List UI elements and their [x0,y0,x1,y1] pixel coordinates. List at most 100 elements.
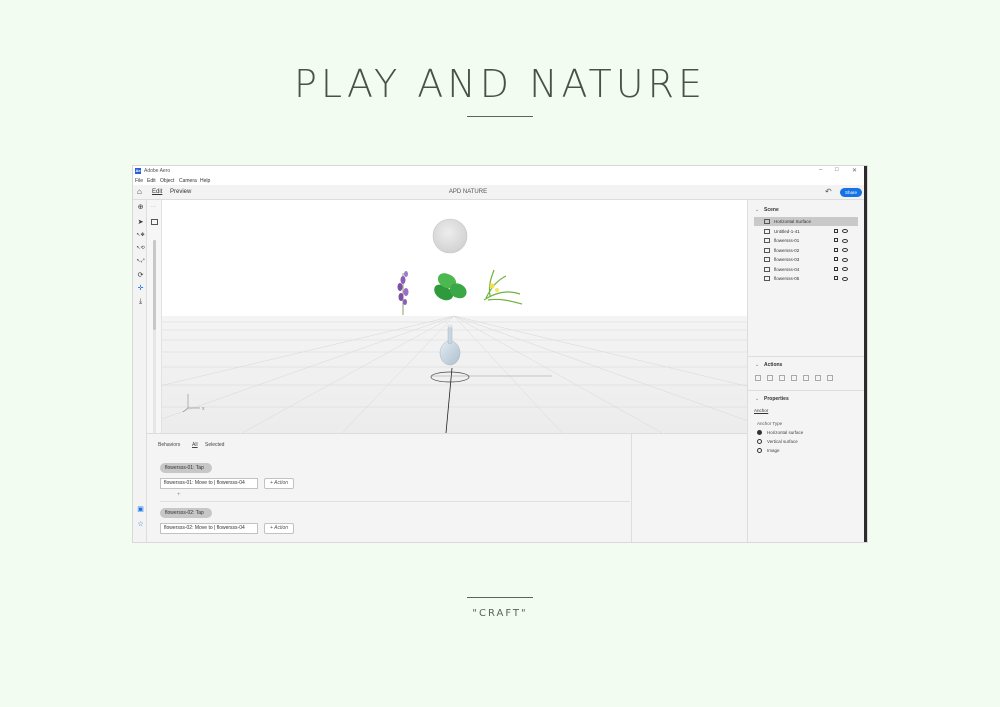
select-tool-icon[interactable]: ➤ [136,218,145,227]
close-button[interactable]: ✕ [852,167,857,174]
filter-selected[interactable]: Selected [205,442,224,448]
scene-item-flowersss-04[interactable]: flowersss-04 [754,265,858,274]
window-title: Adobe Aero [144,168,171,174]
tool-sidebar: ⊕ ➤ ↖✥ ↖⟲ ↖⤢ ⟳ ✛ ⤓ ▣ ☆ [133,200,147,542]
eye-icon[interactable] [842,257,848,262]
scene-item-label: flowersss-04 [774,266,800,272]
scene-item-flowersss-05[interactable]: flowersss-05 [754,274,858,283]
undo-icon[interactable]: ↶ [825,187,832,196]
actions-header: Actions [764,362,783,368]
filter-all[interactable]: All [192,442,198,448]
chevron-down-icon[interactable]: ⌄ [755,396,759,402]
scene-item-label: flowersss-01 [774,238,800,243]
scene-item-horizontal-surface[interactable]: Horizontal Surface [754,217,858,226]
eye-icon[interactable] [842,238,848,243]
radio-horizontal-surface[interactable] [757,430,762,435]
lock-icon[interactable] [834,257,838,261]
scene-item-label: flowersss-02 [774,247,800,253]
delete-icon[interactable] [767,375,773,381]
scene-item-flowersss-03[interactable]: flowersss-03 [754,255,858,264]
lock-icon[interactable] [834,266,838,271]
menu-edit[interactable]: Edit [147,178,156,184]
lock-icon[interactable] [834,228,838,233]
adobe-aero-window: Ae Adobe Aero – □ ✕ File Edit Object Cam… [133,166,867,542]
moon-object[interactable] [432,218,468,254]
add-behavior-button[interactable]: + [177,492,181,498]
scene-viewport[interactable]: x [162,200,747,433]
lock-icon[interactable] [834,247,838,252]
minimize-button[interactable]: – [819,167,822,173]
mint-leaves[interactable] [434,273,467,301]
radio-label: Horizontal surface [767,430,804,435]
share-button[interactable]: Share [840,188,862,197]
add-action-button-1[interactable]: + Action [264,478,294,489]
lock-icon[interactable] [834,276,838,280]
radio-label: Vertical surface [767,439,798,444]
image-icon [764,247,770,253]
refresh-icon[interactable] [827,375,833,381]
tab-preview[interactable]: Preview [170,189,191,195]
eye-icon[interactable] [842,248,848,252]
image-icon [764,257,770,262]
align-icon[interactable] [803,375,809,381]
chevron-down-icon[interactable]: ⌄ [755,207,759,213]
right-panel: ⌄ Scene Horizontal Surface Untitled-1-41… [747,200,865,542]
footer-caption: "CRAFT" [472,608,528,619]
download-icon[interactable] [791,375,797,381]
trigger-chip-1[interactable]: flowersss-01: Tap [160,463,212,473]
rotate-tool-icon[interactable]: ↖⟲ [136,244,145,253]
eye-off-icon[interactable] [842,267,848,271]
behaviors-panel: Behaviors All Selected flowersss-01: Tap… [147,433,641,542]
scene-item-flowersss-02[interactable]: flowersss-02 [754,246,858,255]
collapse-icon[interactable]: ⋯ [151,204,156,210]
image-icon [764,266,770,272]
eye-icon[interactable] [842,276,848,281]
menu-object[interactable]: Object [160,178,174,184]
herb-sprig[interactable] [483,269,523,305]
menu-camera[interactable]: Camera [179,178,197,184]
footer-rule [467,597,533,598]
tab-anchor[interactable]: Anchor [754,408,768,413]
anchor-type-label: Anchor Type [757,421,783,426]
chevron-down-icon[interactable]: ⌄ [755,362,759,368]
behavior-panel-icon[interactable]: ▣ [136,505,145,514]
scale-tool-icon[interactable]: ↖⤢ [136,257,145,266]
scene-item-label: Untitled-1-41 [774,228,800,234]
horizontal-surface[interactable] [162,316,747,433]
scene-item-flowersss-01[interactable]: flowersss-01 [754,236,858,245]
home-icon[interactable]: ⌂ [137,187,142,196]
move-tool-icon[interactable]: ↖✥ [136,231,145,240]
menu-help[interactable]: Help [200,178,210,184]
asset-scrollbar[interactable] [153,240,156,462]
image-icon [764,238,770,243]
radio-vertical-surface[interactable] [757,439,762,444]
pan-tool-icon[interactable]: ✛ [136,284,145,293]
action-field-1[interactable]: flowersss-01: Move to | flowersss-04 [160,478,258,489]
menu-file[interactable]: File [135,178,143,184]
radio-image[interactable] [757,448,762,453]
group-icon[interactable] [779,375,785,381]
action-figure-icon[interactable]: ☆ [136,520,145,529]
properties-header: Properties [764,396,789,402]
tab-edit[interactable]: Edit [152,189,162,195]
maximize-button[interactable]: □ [835,167,839,173]
duplicate-icon[interactable] [755,375,761,381]
scene-canvas: x [162,218,747,433]
drop-to-ground-icon[interactable]: ⤓ [136,297,145,306]
add-action-button-2[interactable]: + Action [264,523,294,534]
actions-toolbar [755,375,855,383]
eye-icon[interactable] [842,229,848,233]
page-title: PLAY AND NATURE [294,62,706,106]
lock-icon[interactable] [834,238,838,242]
add-asset-icon[interactable]: ⊕ [136,203,145,212]
menu-bar: File Edit Object Camera Help [133,176,867,185]
action-field-2[interactable]: flowersss-02: Move to | flowersss-04 [160,523,258,534]
trigger-chip-2[interactable]: flowersss-02: Tap [160,508,212,518]
orbit-tool-icon[interactable]: ⟳ [136,271,145,280]
image-asset-icon[interactable] [151,219,158,225]
window-edge [864,166,867,542]
scene-item-untitled[interactable]: Untitled-1-41 [754,227,858,236]
lavender-flower[interactable] [397,271,409,315]
replace-icon[interactable] [815,375,821,381]
scene-item-label: Horizontal Surface [774,219,812,224]
